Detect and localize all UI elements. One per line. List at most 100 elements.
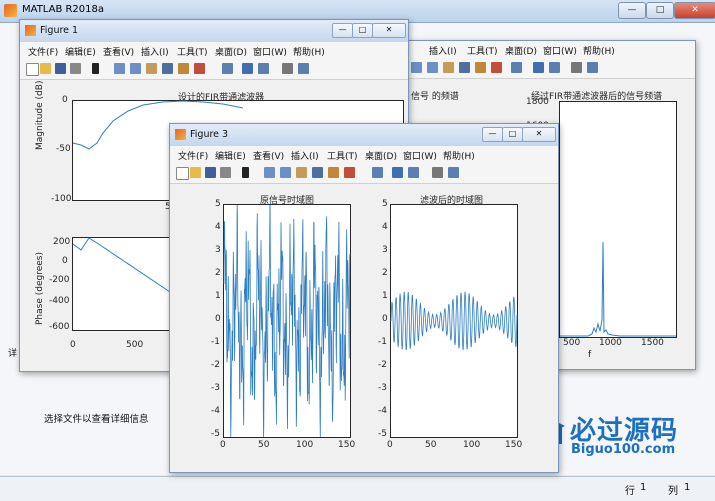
brush-icon[interactable] xyxy=(194,63,205,74)
menu-file[interactable]: 文件(F) xyxy=(178,149,208,162)
menu-edit[interactable]: 编辑(E) xyxy=(215,149,246,162)
ytick-label: 5 xyxy=(382,199,388,209)
rotate-icon[interactable] xyxy=(162,63,173,74)
data-cursor-icon[interactable] xyxy=(475,62,486,73)
link-icon[interactable] xyxy=(222,63,233,74)
colorbar-icon[interactable] xyxy=(242,63,253,74)
show-plot-tools-icon[interactable] xyxy=(448,167,459,178)
colorbar-icon[interactable] xyxy=(533,62,544,73)
menu-desktop[interactable]: 桌面(D) xyxy=(215,45,247,58)
zoom-in-icon[interactable] xyxy=(114,63,125,74)
figure1-close-button[interactable]: ✕ xyxy=(372,23,406,38)
menu-tools[interactable]: 工具(T) xyxy=(177,45,208,58)
print-icon[interactable] xyxy=(70,63,81,74)
link-icon[interactable] xyxy=(511,62,522,73)
rotate-icon[interactable] xyxy=(312,167,323,178)
menu-tools[interactable]: 工具(T) xyxy=(467,44,498,57)
menu-edit[interactable]: 编辑(E) xyxy=(65,45,96,58)
x-axis-label: f xyxy=(588,350,592,360)
mag-ytick: -100 xyxy=(51,194,72,204)
open-file-icon[interactable] xyxy=(40,63,51,74)
figure3-menubar: 文件(F) 编辑(E) 查看(V) 插入(I) 工具(T) 桌面(D) 窗口(W… xyxy=(170,146,558,163)
hide-plot-tools-icon[interactable] xyxy=(432,167,443,178)
zoom-in-icon[interactable] xyxy=(411,62,422,73)
save-icon[interactable] xyxy=(205,167,216,178)
ytick-label: -3 xyxy=(378,383,387,393)
menu-help[interactable]: 帮助(H) xyxy=(293,45,325,58)
pan-icon[interactable] xyxy=(296,167,307,178)
phase-ylabel: Phase (degrees) xyxy=(35,252,45,325)
ytick-label: -1 xyxy=(211,337,220,347)
figure3-title: Figure 3 xyxy=(190,129,229,140)
menu-file[interactable]: 文件(F) xyxy=(28,45,58,58)
link-icon[interactable] xyxy=(372,167,383,178)
zoom-in-icon[interactable] xyxy=(264,167,275,178)
menu-view[interactable]: 查看(V) xyxy=(103,45,134,58)
menu-view[interactable]: 查看(V) xyxy=(253,149,284,162)
watermark-en: Biguo100.com xyxy=(571,442,676,457)
data-cursor-icon[interactable] xyxy=(328,167,339,178)
mag-ytick: 0 xyxy=(62,95,68,105)
figure3-window[interactable]: Figure 3 — □ ✕ 文件(F) 编辑(E) 查看(V) 插入(I) 工… xyxy=(169,123,559,473)
xtick-label: 100 xyxy=(296,440,314,450)
menu-help[interactable]: 帮助(H) xyxy=(583,44,615,57)
menu-tools[interactable]: 工具(T) xyxy=(327,149,358,162)
hide-plot-tools-icon[interactable] xyxy=(282,63,293,74)
menu-help[interactable]: 帮助(H) xyxy=(443,149,475,162)
ytick-label: 2 xyxy=(215,268,221,278)
data-cursor-icon[interactable] xyxy=(178,63,189,74)
filtered-signal-axes xyxy=(390,204,518,438)
brush-icon[interactable] xyxy=(344,167,355,178)
menu-desktop[interactable]: 桌面(D) xyxy=(505,44,537,57)
legend-icon[interactable] xyxy=(408,167,419,178)
menu-window[interactable]: 窗口(W) xyxy=(543,44,577,57)
figure1-toolbar xyxy=(20,59,408,80)
figure1-title-bar: Figure 1 — □ ✕ xyxy=(20,20,408,42)
mag-ylabel: Magnitude (dB) xyxy=(35,80,45,150)
phase-xtick: 0 xyxy=(70,340,76,350)
menu-window[interactable]: 窗口(W) xyxy=(403,149,437,162)
pan-icon[interactable] xyxy=(146,63,157,74)
legend-icon[interactable] xyxy=(258,63,269,74)
print-icon[interactable] xyxy=(220,167,231,178)
figure1-minimize-button[interactable]: — xyxy=(332,23,353,38)
ytick-label: -5 xyxy=(211,429,220,439)
row-value: 1 xyxy=(640,482,647,493)
figure3-close-button[interactable]: ✕ xyxy=(522,127,556,142)
maximize-button[interactable]: □ xyxy=(646,2,674,19)
figure1-maximize-button[interactable]: □ xyxy=(352,23,373,38)
colorbar-icon[interactable] xyxy=(392,167,403,178)
zoom-out-icon[interactable] xyxy=(280,167,291,178)
new-figure-icon[interactable] xyxy=(176,167,189,180)
menu-desktop[interactable]: 桌面(D) xyxy=(365,149,397,162)
menu-insert[interactable]: 插入(I) xyxy=(291,149,319,162)
figure3-maximize-button[interactable]: □ xyxy=(502,127,523,142)
show-plot-tools-icon[interactable] xyxy=(298,63,309,74)
zoom-out-icon[interactable] xyxy=(427,62,438,73)
edit-plot-icon[interactable] xyxy=(242,167,249,178)
brush-icon[interactable] xyxy=(491,62,502,73)
edit-plot-icon[interactable] xyxy=(92,63,99,74)
ytick-label: 3 xyxy=(215,245,221,255)
new-figure-icon[interactable] xyxy=(26,63,39,76)
figure-icon xyxy=(175,129,186,140)
ytick-label: 0 xyxy=(215,314,221,324)
legend-icon[interactable] xyxy=(549,62,560,73)
figure3-toolbar xyxy=(170,163,558,184)
open-file-icon[interactable] xyxy=(190,167,201,178)
menu-window[interactable]: 窗口(W) xyxy=(253,45,287,58)
rotate-icon[interactable] xyxy=(459,62,470,73)
save-icon[interactable] xyxy=(55,63,66,74)
phase-ytick: 200 xyxy=(53,237,71,247)
menu-insert[interactable]: 插入(I) xyxy=(429,44,457,57)
hide-plot-tools-icon[interactable] xyxy=(571,62,582,73)
figure3-minimize-button[interactable]: — xyxy=(482,127,503,142)
show-plot-tools-icon[interactable] xyxy=(587,62,598,73)
minimize-button[interactable]: — xyxy=(618,2,646,19)
ytick-label: -4 xyxy=(211,406,220,416)
close-button[interactable]: ✕ xyxy=(674,2,715,19)
menu-insert[interactable]: 插入(I) xyxy=(141,45,169,58)
pan-icon[interactable] xyxy=(443,62,454,73)
zoom-out-icon[interactable] xyxy=(130,63,141,74)
figure3-title-bar: Figure 3 — □ ✕ xyxy=(170,124,558,146)
